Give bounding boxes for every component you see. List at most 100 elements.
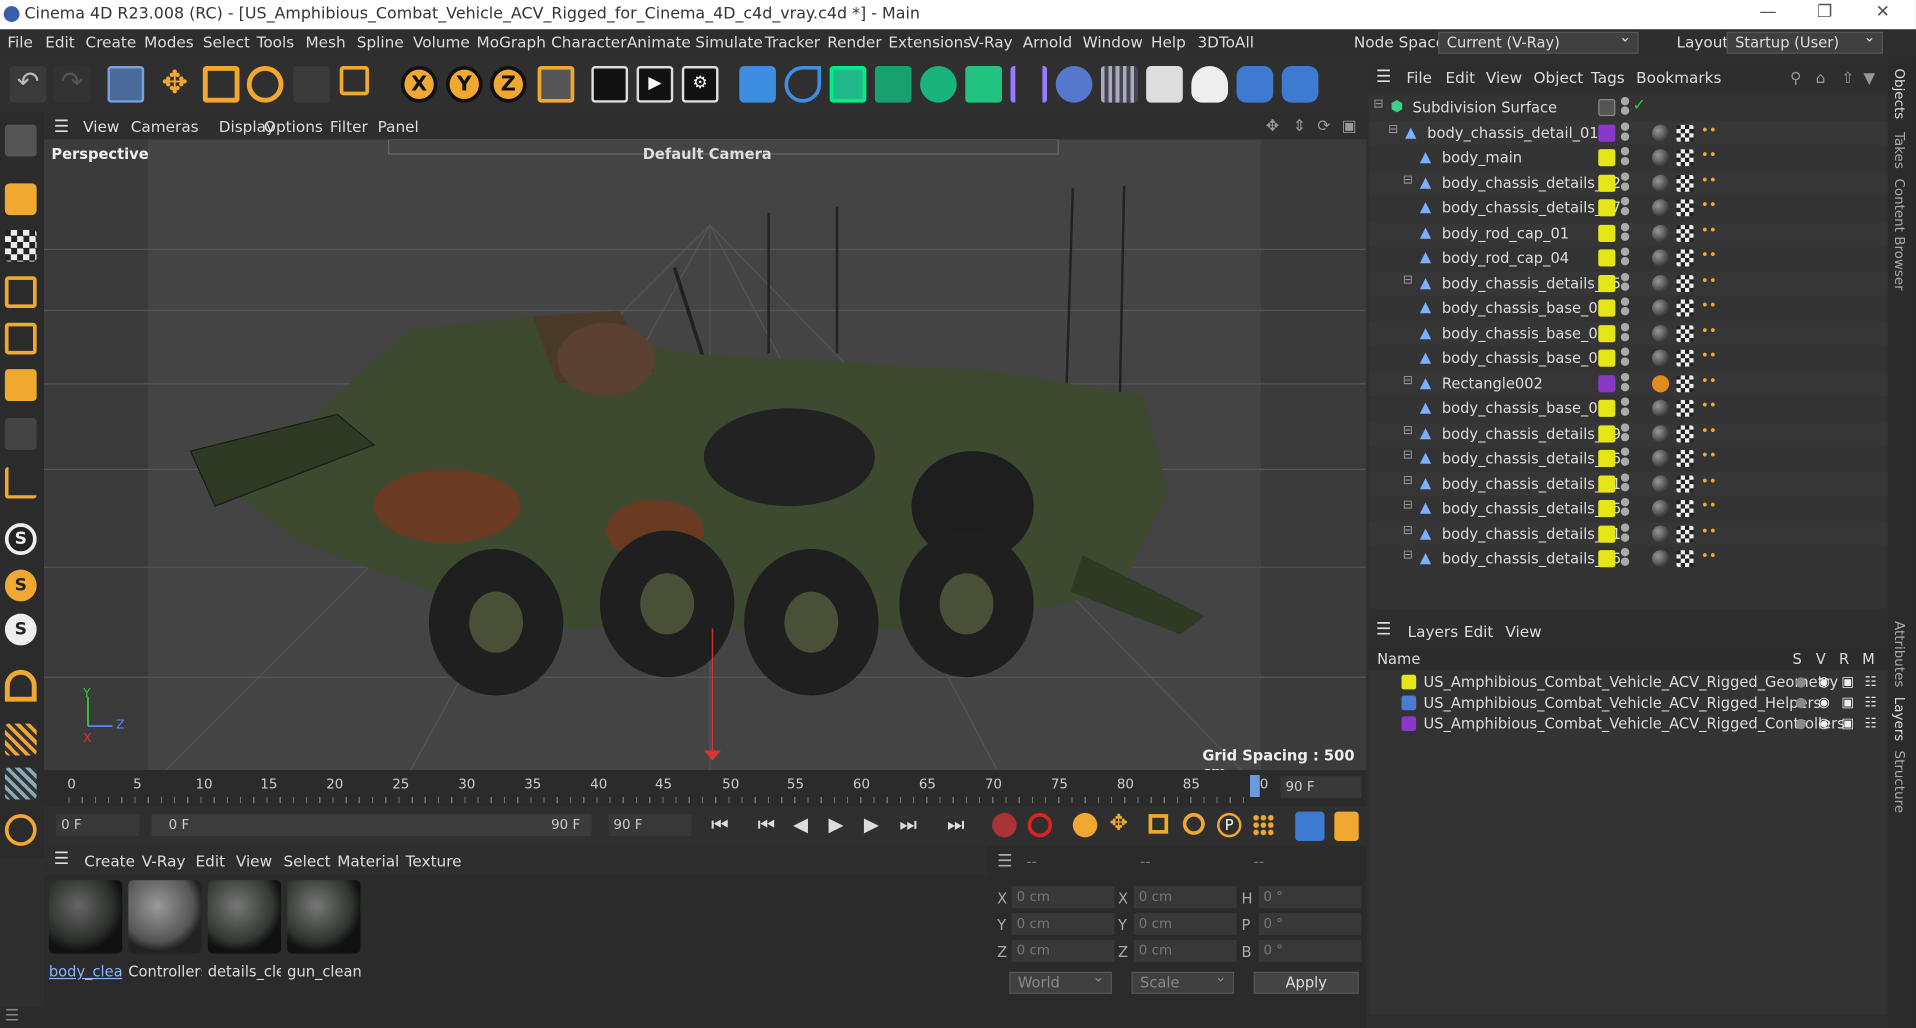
layer-visible-icon[interactable]: ◉ (1818, 694, 1830, 710)
floor-icon[interactable] (1100, 66, 1138, 103)
rig-tag-icon[interactable]: •• (1701, 523, 1717, 539)
visibility-dots-icon[interactable]: ● ● (1620, 347, 1630, 368)
layer-hamburger-icon[interactable]: ☰ (1376, 620, 1391, 640)
rig-tag-icon[interactable]: •• (1701, 322, 1717, 338)
menu-edit[interactable]: Edit (45, 33, 75, 51)
visibility-dots-icon[interactable]: ● ● (1620, 422, 1630, 443)
texture-tag-icon[interactable] (1676, 199, 1694, 217)
object-row[interactable]: ⊟ ⬢ Subdivision Surface ● ● ✓ (1369, 95, 1888, 119)
go-to-start-icon[interactable]: ⏮ (711, 813, 729, 837)
material-tag-icon[interactable] (1652, 199, 1670, 217)
z-axis-lock-icon[interactable]: Z (489, 66, 527, 103)
expand-toggle-icon[interactable]: ⊟ (1403, 424, 1413, 437)
layer-color-swatch[interactable] (1401, 674, 1417, 690)
material-hamburger-icon[interactable]: ☰ (54, 850, 69, 870)
hamburger-icon[interactable]: ☰ (54, 117, 69, 137)
size-z-field[interactable]: 0 cm (1133, 940, 1237, 963)
menu-window[interactable]: Window (1083, 33, 1143, 51)
scale-icon[interactable] (202, 66, 240, 103)
object-menu-object[interactable]: Object (1533, 68, 1583, 86)
object-row[interactable]: ▲ body_main ● ● •• (1369, 145, 1888, 169)
key-rotation-icon[interactable] (1182, 812, 1205, 835)
layer-name[interactable]: US_Amphibious_Combat_Vehicle_ACV_Rigged_… (1424, 674, 1839, 691)
object-name[interactable]: body_chassis_base_02 (1442, 325, 1607, 342)
visibility-dots-icon[interactable]: ● ● (1620, 522, 1630, 543)
polygons-mode-icon[interactable] (4, 369, 37, 401)
object-row[interactable]: ⊟ ▲ body_chassis_details_46 ● ● •• (1369, 496, 1888, 520)
material-swatch[interactable] (287, 880, 361, 954)
viewport-menu-filter[interactable]: Filter (330, 117, 368, 135)
deformer-icon[interactable] (1010, 66, 1048, 103)
rotation-h-field[interactable]: 0 ° (1258, 886, 1362, 909)
timeline-window-icon[interactable] (1334, 811, 1359, 842)
record-icon[interactable] (992, 812, 1017, 838)
material-tag-icon[interactable] (1652, 525, 1670, 543)
visibility-dots-icon[interactable]: ● ● (1620, 547, 1630, 568)
visibility-dots-icon[interactable]: ● ● (1620, 472, 1630, 493)
material-menu-create[interactable]: Create (84, 852, 135, 870)
layer-color-swatch[interactable] (1598, 199, 1616, 217)
object-name[interactable]: body_chassis_details_29 (1442, 425, 1621, 442)
material-label[interactable]: details_clea (208, 963, 281, 980)
menu-mesh[interactable]: Mesh (305, 33, 345, 51)
close-icon[interactable]: ✕ (1876, 2, 1890, 22)
material-tag-icon[interactable] (1652, 424, 1670, 442)
key-position-icon[interactable]: ✥ (1109, 810, 1127, 836)
object-name[interactable]: body_chassis_base_005 (1442, 400, 1617, 417)
material-menu-material[interactable]: Material (337, 852, 399, 870)
camera-icon[interactable] (1146, 66, 1183, 103)
material-tag-icon[interactable] (1652, 474, 1670, 493)
layer-menu-edit[interactable]: Edit (1464, 622, 1494, 640)
visibility-dots-icon[interactable]: ● ● (1620, 296, 1630, 317)
material-tag-icon[interactable] (1652, 374, 1670, 392)
object-name[interactable]: body_chassis_base_04 (1442, 350, 1607, 367)
expand-toggle-icon[interactable]: ⊟ (1403, 549, 1413, 562)
expand-toggle-icon[interactable]: ⊟ (1403, 373, 1413, 386)
next-frame-icon[interactable]: ▶ (864, 813, 879, 836)
uv-mode-icon[interactable] (4, 418, 37, 450)
visibility-dots-icon[interactable]: ● ● (1620, 372, 1630, 393)
object-name[interactable]: body_chassis_details_57 (1442, 199, 1621, 216)
layout-dropdown[interactable]: Startup (User) (1726, 28, 1883, 54)
visibility-dots-icon[interactable]: ● ● (1620, 196, 1630, 217)
visibility-dots-icon[interactable]: ● ● (1620, 447, 1630, 468)
material-tag-icon[interactable] (1652, 349, 1670, 367)
object-name[interactable]: Subdivision Surface (1413, 99, 1558, 116)
object-row[interactable]: ⊟ ▲ body_chassis_details_51 ● ● •• (1368, 521, 1888, 546)
menu-create[interactable]: Create (86, 33, 137, 51)
move-icon[interactable]: ✥ (156, 66, 193, 103)
position-z-field[interactable]: 0 cm (1011, 940, 1115, 963)
layer-menu-view[interactable]: View (1505, 622, 1541, 640)
texture-tag-icon[interactable] (1676, 424, 1694, 442)
axis-mode-icon[interactable] (4, 466, 37, 499)
viewport-maximize-icon[interactable]: ▣ (1342, 117, 1357, 135)
camera-label[interactable]: Default Camera (643, 145, 772, 162)
expand-toggle-icon[interactable]: ⊟ (1403, 273, 1413, 286)
material-label[interactable]: Controllers (128, 963, 201, 980)
material-tag-icon[interactable] (1652, 274, 1670, 292)
object-row[interactable]: ▲ body_chassis_details_57 ● ● •• (1369, 196, 1888, 220)
rig-tag-icon[interactable]: •• (1701, 147, 1717, 163)
menu-animate[interactable]: Animate (627, 33, 691, 51)
layer-color-swatch[interactable] (1598, 474, 1616, 493)
object-row[interactable]: ⊟ ▲ body_chassis_details_36 ● ● •• (1369, 446, 1888, 470)
node-space-dropdown[interactable]: Current (V-Ray) (1438, 28, 1639, 54)
layer-row[interactable]: US_Amphibious_Combat_Vehicle_ACV_Rigged_… (1369, 672, 1888, 693)
texture-tag-icon[interactable] (1676, 550, 1694, 568)
object-name[interactable]: body_chassis_details_15 (1442, 274, 1621, 291)
menu-mograph[interactable]: MoGraph (477, 33, 546, 51)
render-settings-icon[interactable]: ⚙ (681, 66, 719, 103)
visibility-dots-icon[interactable]: ● ● (1620, 171, 1630, 192)
object-row[interactable]: ⊟ ▲ body_chassis_details_56 ● ● •• (1369, 546, 1888, 570)
layer-color-swatch[interactable] (1598, 224, 1616, 242)
points-mode-icon[interactable] (4, 276, 37, 309)
texture-tag-icon[interactable] (1676, 274, 1694, 292)
object-menu-bookmarks[interactable]: Bookmarks (1636, 68, 1721, 86)
snap-settings-icon[interactable]: S (4, 569, 37, 602)
home-icon[interactable]: ⌂ (1816, 68, 1826, 86)
recent-tool-icon[interactable] (293, 66, 330, 103)
object-name[interactable]: body_chassis_details_41 (1442, 475, 1621, 492)
material-menu-edit[interactable]: Edit (196, 852, 226, 870)
rotation-p-field[interactable]: 0 ° (1258, 913, 1362, 936)
material-tag-icon[interactable] (1652, 174, 1670, 192)
